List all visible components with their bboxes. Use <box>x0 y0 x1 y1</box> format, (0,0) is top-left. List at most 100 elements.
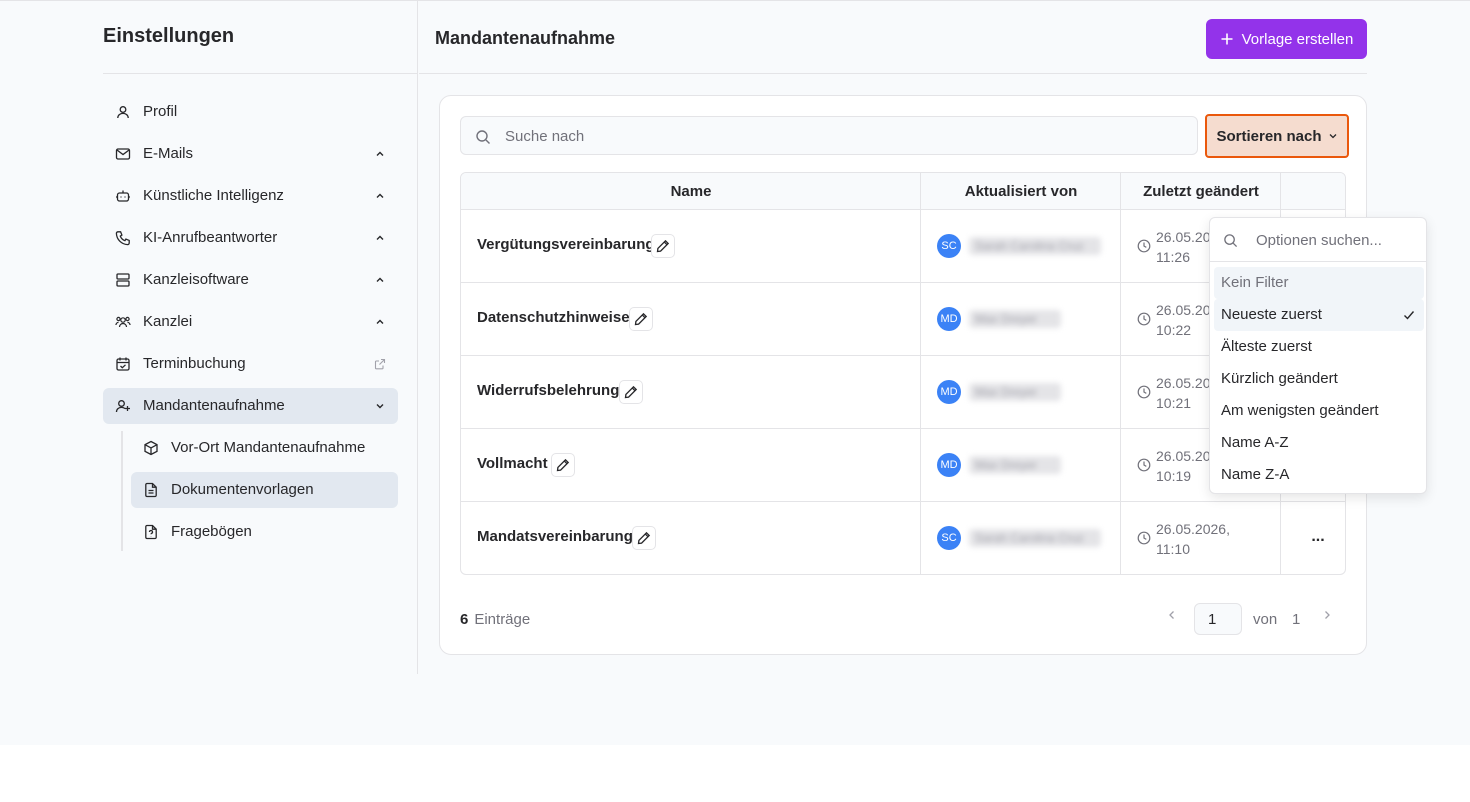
calendar-check-icon <box>116 357 130 371</box>
sidebar-item-anrufbeantworter[interactable]: KI-Anrufbeantworter <box>103 220 398 256</box>
sort-option-label: Name A-Z <box>1221 434 1289 451</box>
updated-by-user: Max Dreyer <box>969 383 1061 401</box>
prev-page-button[interactable] <box>1162 608 1182 632</box>
chevron-up-icon <box>376 235 384 240</box>
plus-icon <box>1221 33 1233 45</box>
updated-by-user: Sarah Carolina Cruz <box>969 237 1101 255</box>
sidebar-item-label: E-Mails <box>143 145 194 162</box>
sidebar-item-mandantenaufnahme[interactable]: Mandantenaufnahme <box>103 388 398 424</box>
sort-dropdown: Kein Filter Neueste zuerst Älteste zuers… <box>1209 217 1427 494</box>
page-number-input[interactable] <box>1194 603 1242 635</box>
sidebar-item-label: Profil <box>143 103 178 120</box>
create-template-button[interactable]: Vorlage erstellen <box>1206 19 1367 59</box>
sort-option[interactable]: Neueste zuerst <box>1214 299 1424 331</box>
avatar: SC <box>937 234 961 258</box>
next-page-button[interactable] <box>1317 608 1337 632</box>
template-name: Datenschutzhinweise <box>477 309 630 326</box>
avatar: SC <box>937 526 961 550</box>
user-icon <box>117 106 129 119</box>
settings-title: Einstellungen <box>103 25 235 47</box>
sort-option[interactable]: Name Z-A <box>1214 459 1424 491</box>
sidebar-subitem-frageboegen[interactable]: Fragebögen <box>131 514 398 550</box>
sidebar-item-label: Kanzlei <box>143 313 193 330</box>
avatar: MD <box>937 380 961 404</box>
sidebar-subitem-dokumentenvorlagen[interactable]: Dokumentenvorlagen <box>131 472 398 508</box>
chevron-up-icon <box>376 319 384 324</box>
sidebar-item-label: Mandantenaufnahme <box>143 397 285 414</box>
sort-button[interactable]: Sortieren nach <box>1205 114 1349 158</box>
chevron-up-icon <box>376 151 384 156</box>
app: Einstellungen Profil E-Mails Künstliche … <box>0 0 1470 745</box>
sidebar-item-kanzleisoftware[interactable]: Kanzleisoftware <box>103 262 398 298</box>
pencil-icon <box>624 385 638 399</box>
search-icon <box>1224 234 1238 248</box>
chevron-down-icon <box>376 404 384 409</box>
external-link-icon <box>374 358 386 370</box>
avatar: MD <box>937 453 961 477</box>
column-header-last-changed: Zuletzt geändert <box>1143 183 1259 200</box>
sort-option[interactable]: Name A-Z <box>1214 427 1424 459</box>
edit-name-button[interactable] <box>651 234 675 258</box>
submenu-guide-line <box>121 431 123 551</box>
sidebar-item-label: Künstliche Intelligenz <box>143 187 284 204</box>
sidebar-item-label: Terminbuchung <box>143 355 246 372</box>
last-changed: 26.05.2026, 11:10 <box>1156 519 1266 559</box>
page-title: Mandantenaufnahme <box>435 28 616 48</box>
column-header-name: Name <box>670 183 712 200</box>
sidebar-item-emails[interactable]: E-Mails <box>103 136 398 172</box>
clock-icon <box>1137 312 1151 326</box>
chevron-down-icon <box>1329 134 1336 139</box>
avatar: MD <box>937 307 961 331</box>
sidebar-item-ki[interactable]: Künstliche Intelligenz <box>103 178 398 214</box>
edit-name-button[interactable] <box>632 526 656 550</box>
page-of-label: von <box>1253 611 1278 628</box>
search-icon <box>476 130 490 144</box>
sort-option[interactable]: Kein Filter <box>1214 267 1424 299</box>
dropdown-search-input[interactable] <box>1256 230 1416 250</box>
sort-option[interactable]: Am wenigsten geändert <box>1214 395 1424 427</box>
total-pages: 1 <box>1292 611 1301 628</box>
table-row[interactable]: Mandatsvereinbarung SC Sarah Carolina Cr… <box>461 502 1345 574</box>
sidebar-item-profil[interactable]: Profil <box>103 94 398 130</box>
row-actions-button[interactable]: ... <box>1306 528 1330 548</box>
sidebar-item-terminbuchung[interactable]: Terminbuchung <box>103 346 398 382</box>
sidebar-subitem-vor-ort[interactable]: Vor-Ort Mandantenaufnahme <box>131 430 398 466</box>
sidebar-item-kanzlei[interactable]: Kanzlei <box>103 304 398 340</box>
updated-by-user: Max Dreyer <box>969 310 1061 328</box>
table-header: Name Aktualisiert von Zuletzt geändert <box>461 173 1345 210</box>
entries-count: 6 Einträge <box>460 611 530 628</box>
sort-option[interactable]: Älteste zuerst <box>1214 331 1424 363</box>
team-icon <box>115 316 131 328</box>
sort-option-label: Am wenigsten geändert <box>1221 402 1379 419</box>
clock-icon <box>1137 458 1151 472</box>
clock-icon <box>1137 531 1151 545</box>
chevron-up-icon <box>376 193 384 198</box>
edit-name-button[interactable] <box>619 380 643 404</box>
column-header-actions <box>1281 173 1345 210</box>
edit-name-button[interactable] <box>551 453 575 477</box>
bot-icon <box>116 190 130 202</box>
template-name: Vollmacht <box>477 455 548 472</box>
sort-option-label: Kein Filter <box>1221 274 1289 291</box>
updated-by-user: Sarah Carolina Cruz <box>969 529 1101 547</box>
pencil-icon <box>634 312 648 326</box>
file-question-icon <box>145 524 157 540</box>
create-template-label: Vorlage erstellen <box>1241 30 1354 48</box>
sort-option-label: Name Z-A <box>1221 466 1290 483</box>
chevron-up-icon <box>376 277 384 282</box>
pencil-icon <box>637 531 651 545</box>
entries-label: Einträge <box>474 611 531 628</box>
edit-name-button[interactable] <box>629 307 653 331</box>
last-changed-time: 11:10 <box>1156 541 1190 557</box>
chevron-left-icon <box>1169 611 1174 619</box>
file-text-icon <box>145 482 157 498</box>
divider <box>103 73 418 74</box>
clock-icon <box>1137 385 1151 399</box>
user-plus-icon <box>115 400 130 413</box>
last-changed-date: 26.05.2026, <box>1156 521 1230 537</box>
pencil-icon <box>556 458 570 472</box>
search-input[interactable] <box>505 125 1185 147</box>
sidebar-subitem-label: Dokumentenvorlagen <box>171 481 314 498</box>
sort-option[interactable]: Kürzlich geändert <box>1214 363 1424 395</box>
settings-sidebar: Einstellungen Profil E-Mails Künstliche … <box>103 1 418 674</box>
